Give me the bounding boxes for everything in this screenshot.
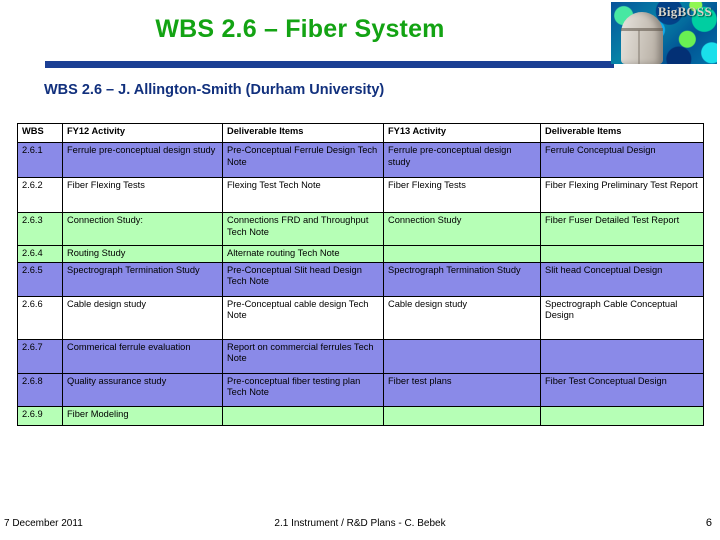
cell-deliverable-fy13: Spectrograph Cable Conceptual Design	[540, 295, 704, 340]
cell-deliverable-fy12: Connections FRD and Throughput Tech Note	[222, 212, 384, 246]
cell-deliverable-fy13	[540, 338, 704, 374]
logo-label: BigBOSS	[657, 4, 712, 19]
cell-fy13	[383, 405, 541, 426]
cell-deliverable-fy12: Pre-Conceptual Slit head Design Tech Not…	[222, 261, 384, 297]
cell-deliverable-fy13	[540, 245, 704, 263]
cell-deliverable-fy13: Ferrule Conceptual Design	[540, 142, 704, 178]
telescope-dome-icon	[621, 12, 663, 64]
cell-deliverable-fy12: Report on commercial ferrules Tech Note	[222, 338, 384, 374]
column-header-wbs: WBS	[17, 123, 63, 143]
cell-fy13: Spectrograph Termination Study	[383, 261, 541, 297]
cell-fy12: Fiber Modeling	[62, 405, 223, 426]
cell-fy13: Cable design study	[383, 295, 541, 340]
cell-fy12: Ferrule pre-conceptual design study	[62, 142, 223, 178]
cell-wbs: 2.6.5	[17, 261, 63, 297]
footer-title: 2.1 Instrument / R&D Plans - C. Bebek	[274, 518, 446, 529]
cell-fy13	[383, 338, 541, 374]
table-row: 2.6.8 Quality assurance study Pre-concep…	[17, 372, 704, 407]
cell-deliverable-fy13: Fiber Test Conceptual Design	[540, 372, 704, 407]
cell-deliverable-fy13	[540, 405, 704, 426]
column-header-fy12-activity: FY12 Activity	[62, 123, 223, 143]
cell-wbs: 2.6.6	[17, 295, 63, 340]
column-header-fy13-activity: FY13 Activity	[383, 123, 541, 143]
cell-deliverable-fy12	[222, 405, 384, 426]
table-row: 2.6.5 Spectrograph Termination Study Pre…	[17, 261, 704, 297]
cell-deliverable-fy13: Slit head Conceptual Design	[540, 261, 704, 297]
cell-wbs: 2.6.9	[17, 405, 63, 426]
footer-page-number: 6	[705, 517, 712, 529]
cell-wbs: 2.6.1	[17, 142, 63, 178]
table-row: 2.6.7 Commerical ferrule evaluation Repo…	[17, 338, 704, 374]
title-divider	[45, 61, 614, 68]
cell-wbs: 2.6.4	[17, 245, 63, 263]
cell-fy12: Quality assurance study	[62, 372, 223, 407]
cell-wbs: 2.6.2	[17, 177, 63, 213]
table-row: 2.6.6 Cable design study Pre-Conceptual …	[17, 295, 704, 340]
cell-fy13: Fiber Flexing Tests	[383, 177, 541, 213]
column-header-deliverable-items-fy12: Deliverable Items	[222, 123, 384, 143]
cell-deliverable-fy13: Fiber Flexing Preliminary Test Report	[540, 177, 704, 213]
cell-fy12: Routing Study	[62, 245, 223, 263]
page-subtitle: WBS 2.6 – J. Allington-Smith (Durham Uni…	[44, 82, 385, 98]
page-title: WBS 2.6 – Fiber System	[155, 15, 445, 43]
cell-deliverable-fy13: Fiber Fuser Detailed Test Report	[540, 212, 704, 246]
cell-fy12: Spectrograph Termination Study	[62, 261, 223, 297]
cell-deliverable-fy12: Pre-Conceptual cable design Tech Note	[222, 295, 384, 340]
cell-fy12: Fiber Flexing Tests	[62, 177, 223, 213]
table-header-row: WBS FY12 Activity Deliverable Items FY13…	[17, 123, 704, 143]
cell-wbs: 2.6.7	[17, 338, 63, 374]
cell-fy13: Connection Study	[383, 212, 541, 246]
cell-fy13: Fiber test plans	[383, 372, 541, 407]
cell-deliverable-fy12: Alternate routing Tech Note	[222, 245, 384, 263]
table-row: 2.6.9 Fiber Modeling	[17, 405, 704, 426]
bigboss-logo: BigBOSS	[611, 2, 717, 64]
cell-fy12: Commerical ferrule evaluation	[62, 338, 223, 374]
cell-fy13: Ferrule pre-conceptual design study	[383, 142, 541, 178]
cell-deliverable-fy12: Pre-Conceptual Ferrule Design Tech Note	[222, 142, 384, 178]
cell-deliverable-fy12: Pre-conceptual fiber testing plan Tech N…	[222, 372, 384, 407]
column-header-deliverable-items-fy13: Deliverable Items	[540, 123, 704, 143]
cell-wbs: 2.6.8	[17, 372, 63, 407]
cell-fy13	[383, 245, 541, 263]
table-row: 2.6.2 Fiber Flexing Tests Flexing Test T…	[17, 177, 704, 213]
table-row: 2.6.3 Connection Study: Connections FRD …	[17, 212, 704, 246]
cell-fy12: Cable design study	[62, 295, 223, 340]
cell-fy12: Connection Study:	[62, 212, 223, 246]
cell-wbs: 2.6.3	[17, 212, 63, 246]
table-row: 2.6.1 Ferrule pre-conceptual design stud…	[17, 142, 704, 178]
wbs-activity-table: WBS FY12 Activity Deliverable Items FY13…	[17, 123, 704, 426]
table-row: 2.6.4 Routing Study Alternate routing Te…	[17, 245, 704, 263]
cell-deliverable-fy12: Flexing Test Tech Note	[222, 177, 384, 213]
